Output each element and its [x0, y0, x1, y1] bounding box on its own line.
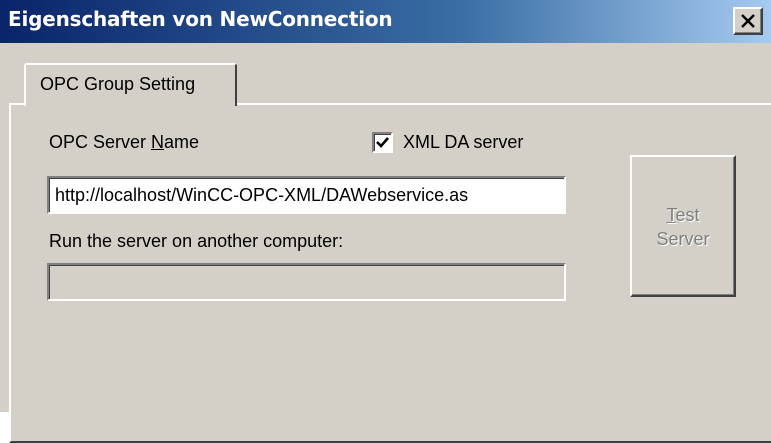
test-server-button[interactable]: Test Server	[630, 155, 736, 297]
server-name-label-part: ame	[164, 132, 200, 152]
tab-label: OPC Group Setting	[40, 74, 196, 94]
close-button[interactable]	[733, 7, 763, 35]
server-name-label-mnemonic: N	[151, 132, 165, 152]
test-server-label-line1: Test	[632, 205, 734, 226]
server-name-label: OPC Server Name	[49, 132, 199, 153]
xml-da-checkbox[interactable]	[372, 132, 393, 153]
test-server-label-line2: Server	[656, 229, 710, 249]
remote-computer-input[interactable]	[47, 263, 566, 301]
properties-dialog: Eigenschaften von NewConnection OPC Grou…	[0, 0, 771, 443]
server-name-label-part: OPC Server	[49, 132, 152, 152]
tab-opc-group-setting[interactable]: OPC Group Setting	[24, 63, 237, 106]
xml-da-checkbox-label[interactable]: XML DA server	[403, 132, 523, 153]
window-title: Eigenschaften von NewConnection	[8, 7, 393, 31]
title-bar[interactable]: Eigenschaften von NewConnection	[0, 0, 771, 43]
remote-computer-label: Run the server on another computer:	[49, 231, 344, 251]
test-server-label-part: est	[675, 205, 700, 225]
server-url-input[interactable]: http://localhost/WinCC-OPC-XML/DAWebserv…	[47, 176, 566, 214]
